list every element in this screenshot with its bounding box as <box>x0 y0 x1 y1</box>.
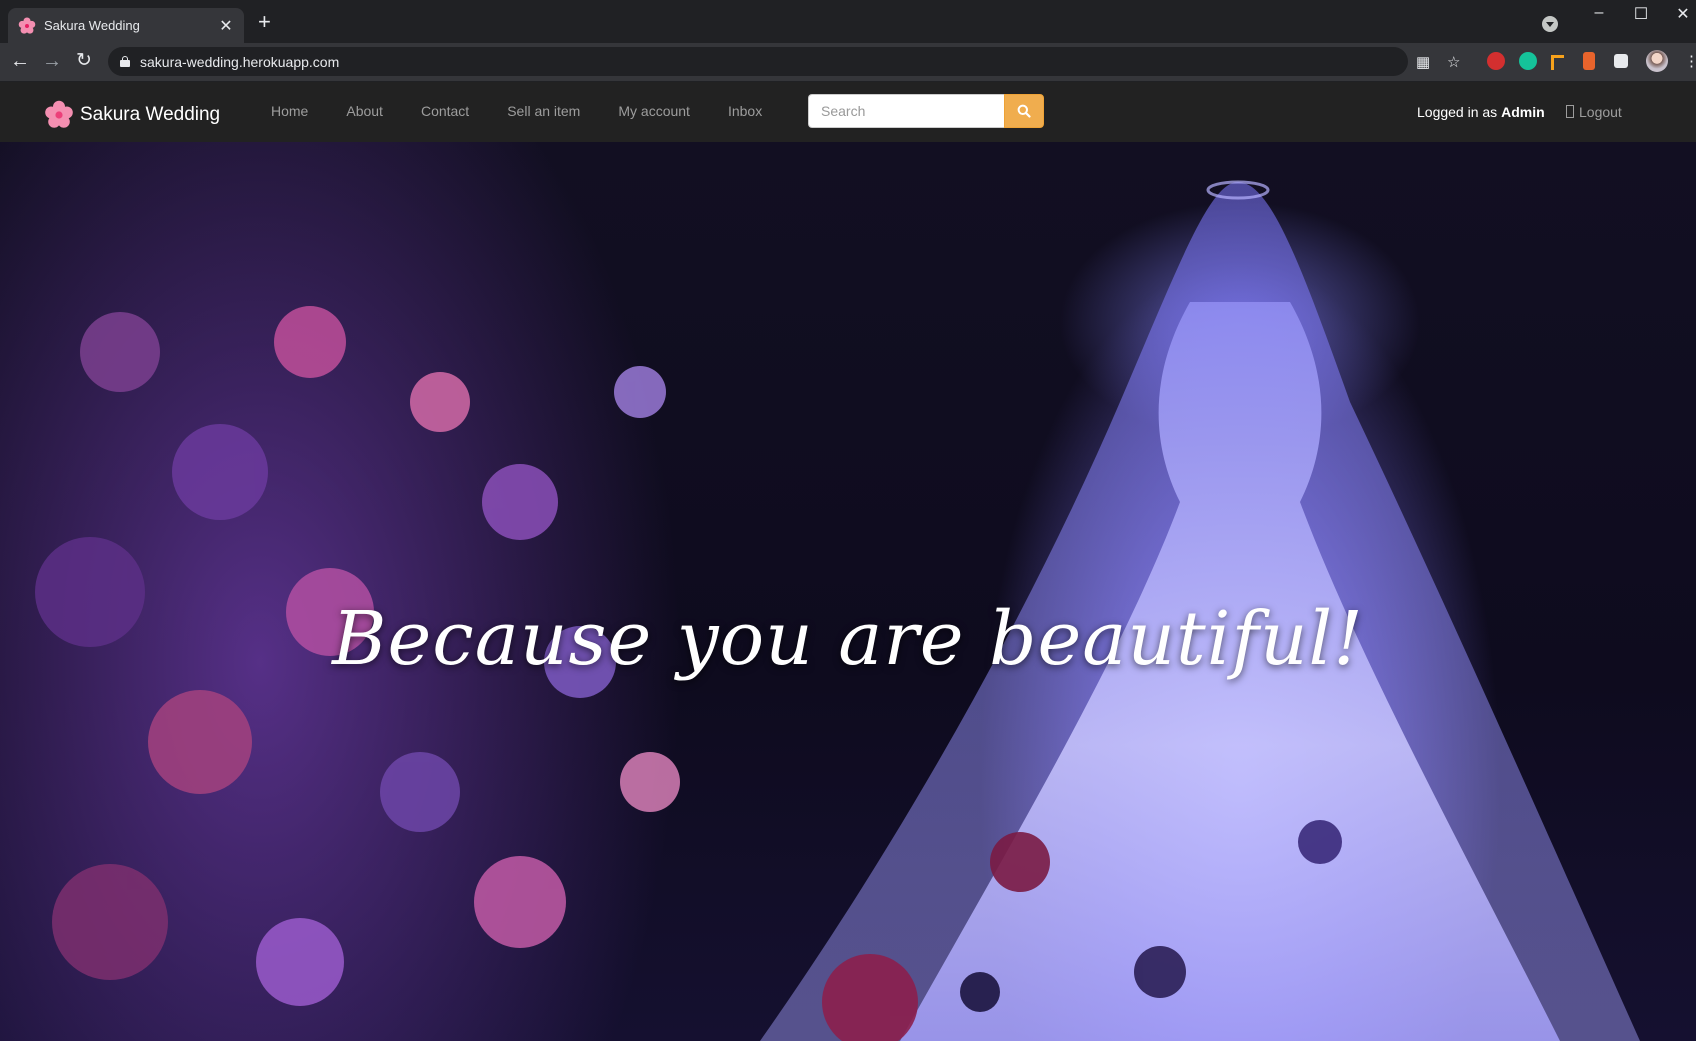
grammarly-icon[interactable] <box>1519 52 1537 70</box>
maximize-button[interactable]: ☐ <box>1626 4 1656 24</box>
hero-banner: Because you are beautiful! <box>0 142 1696 1041</box>
browser-toolbar: ← → ↻ sakura-wedding.herokuapp.com ▦ ☆ <box>0 43 1696 82</box>
nav-sell-item[interactable]: Sell an item <box>488 103 599 119</box>
extensions-puzzle-icon[interactable] <box>1614 54 1628 68</box>
lock-icon <box>120 56 130 67</box>
browser-tab-title: Sakura Wedding <box>44 18 140 33</box>
tab-search-icon[interactable] <box>1542 16 1558 32</box>
address-bar[interactable]: sakura-wedding.herokuapp.com <box>108 47 1408 76</box>
nav-home[interactable]: Home <box>252 103 327 119</box>
search-button[interactable] <box>1004 94 1044 128</box>
back-icon[interactable]: ← <box>8 49 32 73</box>
search-input[interactable] <box>808 94 1004 128</box>
site-navbar: Sakura Wedding Home About Contact Sell a… <box>0 82 1696 142</box>
tab-close-icon[interactable]: ✕ <box>218 16 234 36</box>
search-icon <box>1017 104 1031 118</box>
logged-in-status: Logged in as Admin <box>1417 104 1545 120</box>
browser-menu-icon[interactable]: ⋮ <box>1684 52 1696 70</box>
hero-tagline: Because you are beautiful! <box>332 596 1364 682</box>
browser-tab[interactable]: Sakura Wedding ✕ <box>8 8 244 43</box>
logout-icon <box>1566 105 1574 118</box>
search-form <box>808 94 1044 128</box>
logout-label: Logout <box>1579 104 1622 120</box>
browser-tabstrip: Sakura Wedding ✕ + – ☐ ✕ <box>0 0 1696 43</box>
profile-avatar[interactable] <box>1646 50 1668 72</box>
main-nav: Home About Contact Sell an item My accou… <box>252 103 781 119</box>
nav-inbox[interactable]: Inbox <box>709 103 781 119</box>
adblock-icon[interactable] <box>1487 52 1505 70</box>
logged-in-label: Logged in as <box>1417 104 1502 120</box>
hero-background-image <box>35 180 1640 1041</box>
nav-about[interactable]: About <box>327 103 402 119</box>
logout-link[interactable]: Logout <box>1566 104 1622 120</box>
sakura-favicon <box>18 16 36 34</box>
brand-link[interactable]: Sakura Wedding <box>44 100 220 130</box>
address-url: sakura-wedding.herokuapp.com <box>140 53 340 70</box>
sakura-logo-icon <box>45 100 73 128</box>
nav-my-account[interactable]: My account <box>599 103 709 119</box>
new-tab-button[interactable]: + <box>258 11 271 33</box>
bookmark-star-icon[interactable]: ☆ <box>1447 53 1460 71</box>
reload-icon[interactable]: ↻ <box>72 49 96 73</box>
minimize-button[interactable]: – <box>1584 4 1614 22</box>
nav-contact[interactable]: Contact <box>402 103 488 119</box>
close-window-button[interactable]: ✕ <box>1668 4 1696 24</box>
extension-icon[interactable] <box>1551 55 1564 70</box>
username: Admin <box>1501 104 1545 120</box>
forward-icon[interactable]: → <box>40 49 64 73</box>
extension-icon-2[interactable] <box>1583 52 1595 70</box>
brand-name: Sakura Wedding <box>80 104 221 125</box>
translate-icon[interactable]: ▦ <box>1416 53 1430 71</box>
